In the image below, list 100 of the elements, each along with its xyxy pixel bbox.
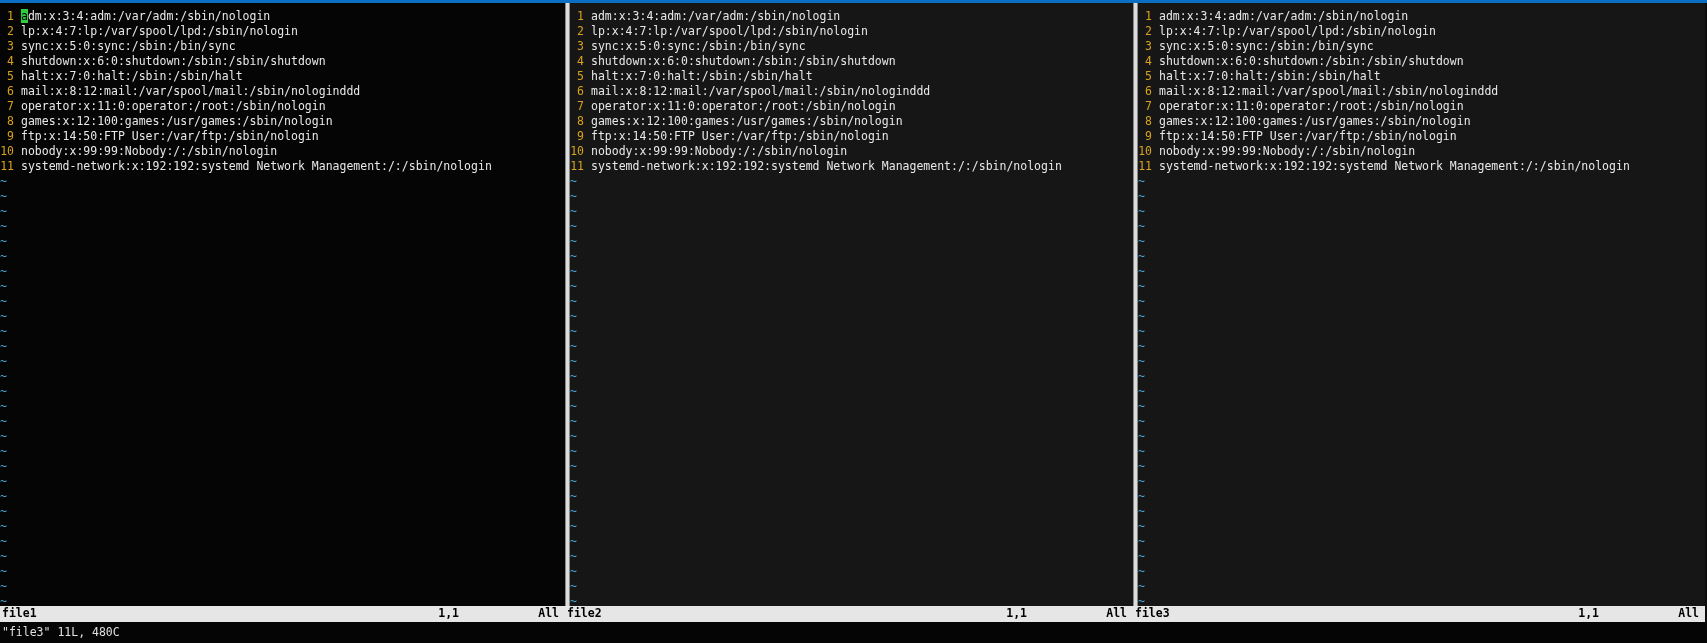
- empty-line-marker: ~: [1138, 592, 1145, 608]
- empty-line-marker: ~: [0, 277, 7, 295]
- line-number: 9: [576, 127, 585, 145]
- empty-line-marker: ~: [570, 277, 577, 295]
- empty-line-marker: ~: [1138, 442, 1145, 460]
- empty-line-marker: ~: [1138, 217, 1145, 235]
- empty-line-marker: ~: [0, 577, 7, 595]
- code-line: ftp:x:14:50:FTP User:/var/ftp:/sbin/nologin: [591, 128, 889, 145]
- code-line: halt:x:7:0:halt:/sbin:/sbin/halt: [21, 67, 243, 85]
- line-number: 1: [6, 7, 15, 25]
- empty-line-marker: ~: [0, 562, 7, 580]
- pane-separator[interactable]: [565, 3, 570, 606]
- empty-line-marker: ~: [1138, 382, 1145, 400]
- empty-line-marker: ~: [0, 262, 7, 280]
- line-number: 11: [570, 157, 585, 175]
- empty-line-marker: ~: [1138, 412, 1145, 430]
- code-line: mail:x:8:12:mail:/var/spool/mail:/sbin/nologinddd: [591, 82, 931, 100]
- empty-line-marker: ~: [1138, 517, 1145, 535]
- code-line: games:x:12:100:games:/usr/games:/sbin/nologin: [1159, 113, 1471, 130]
- scroll-position: All: [1678, 605, 1699, 623]
- scroll-position: All: [1106, 605, 1127, 623]
- file-name: file1: [1, 605, 37, 623]
- empty-line-marker: ~: [0, 247, 7, 265]
- code-line: sync:x:5:0:sync:/sbin:/bin/sync: [21, 38, 236, 55]
- empty-line-marker: ~: [570, 232, 577, 250]
- empty-line-marker: ~: [1138, 487, 1145, 505]
- line-number: 5: [6, 67, 15, 85]
- text-cursor: a: [21, 8, 28, 23]
- empty-line-marker: ~: [1138, 262, 1145, 280]
- code-line: halt:x:7:0:halt:/sbin:/sbin/halt: [1159, 67, 1381, 85]
- code-line: mail:x:8:12:mail:/var/spool/mail:/sbin/nologinddd: [21, 82, 361, 100]
- empty-line-marker: ~: [1138, 277, 1145, 295]
- line-number: 1: [576, 7, 585, 25]
- code-line: operator:x:11:0:operator:/root:/sbin/nologin: [21, 98, 326, 115]
- code-line: ftp:x:14:50:FTP User:/var/ftp:/sbin/nologin: [21, 128, 319, 145]
- empty-line-marker: ~: [570, 562, 577, 580]
- cursor-position: 1,1: [438, 605, 460, 623]
- line-number: 5: [1144, 67, 1153, 85]
- code-line: lp:x:4:7:lp:/var/spool/lpd:/sbin/nologin: [21, 23, 298, 40]
- empty-line-marker: ~: [0, 232, 7, 250]
- line-number: 8: [1144, 112, 1153, 130]
- empty-line-marker: ~: [1138, 532, 1145, 550]
- empty-line-marker: ~: [0, 532, 7, 550]
- line-number: 6: [1144, 82, 1153, 100]
- empty-line-marker: ~: [0, 202, 7, 220]
- empty-line-marker: ~: [0, 412, 7, 430]
- empty-line-marker: ~: [570, 382, 577, 400]
- empty-line-marker: ~: [1138, 562, 1145, 580]
- empty-line-marker: ~: [570, 337, 577, 355]
- empty-line-marker: ~: [570, 412, 577, 430]
- line-number: 8: [576, 112, 585, 130]
- empty-line-marker: ~: [1138, 427, 1145, 445]
- code-line: sync:x:5:0:sync:/sbin:/bin/sync: [591, 38, 806, 55]
- empty-line-marker: ~: [1138, 247, 1145, 265]
- line-number: 10: [1138, 142, 1153, 160]
- empty-line-marker: ~: [0, 367, 7, 385]
- line-number: 9: [6, 127, 15, 145]
- code-line: systemd-network:x:192:192:systemd Network Management:/:/sbin/nologin: [21, 158, 492, 175]
- code-line: operator:x:11:0:operator:/root:/sbin/nologin: [1159, 98, 1464, 115]
- code-line: operator:x:11:0:operator:/root:/sbin/nologin: [591, 98, 896, 115]
- empty-line-marker: ~: [1138, 307, 1145, 325]
- empty-line-marker: ~: [1138, 367, 1145, 385]
- line-number: 10: [0, 142, 15, 160]
- code-line: lp:x:4:7:lp:/var/spool/lpd:/sbin/nologin: [1159, 23, 1436, 40]
- line-number: 4: [576, 52, 585, 70]
- empty-line-marker: ~: [0, 547, 7, 565]
- empty-line-marker: ~: [0, 427, 7, 445]
- scroll-position: All: [538, 605, 559, 623]
- line-number: 11: [0, 157, 15, 175]
- empty-line-marker: ~: [0, 292, 7, 310]
- pane-separator[interactable]: [1133, 3, 1138, 606]
- empty-line-marker: ~: [570, 532, 577, 550]
- line-number: 3: [6, 37, 15, 55]
- empty-line-marker: ~: [0, 457, 7, 475]
- code-line: nobody:x:99:99:Nobody:/:/sbin/nologin: [1159, 143, 1416, 160]
- empty-line-marker: ~: [1138, 292, 1145, 310]
- line-number: 3: [576, 37, 585, 55]
- empty-line-marker: ~: [570, 187, 577, 205]
- empty-line-marker: ~: [570, 457, 577, 475]
- empty-line-marker: ~: [570, 202, 577, 220]
- empty-line-marker: ~: [1138, 232, 1145, 250]
- empty-line-marker: ~: [0, 502, 7, 520]
- empty-line-marker: ~: [570, 397, 577, 415]
- line-number: 7: [576, 97, 585, 115]
- empty-line-marker: ~: [0, 517, 7, 535]
- line-number: 2: [6, 22, 15, 40]
- line-number: 1: [1144, 7, 1153, 25]
- code-line: adm:x:3:4:adm:/var/adm:/sbin/nologin: [21, 7, 271, 25]
- empty-line-marker: ~: [0, 322, 7, 340]
- line-number: 2: [576, 22, 585, 40]
- empty-line-marker: ~: [0, 397, 7, 415]
- code-line: shutdown:x:6:0:shutdown:/sbin:/sbin/shutdown: [21, 53, 326, 70]
- empty-line-marker: ~: [570, 547, 577, 565]
- line-number: 2: [1144, 22, 1153, 40]
- empty-line-marker: ~: [570, 322, 577, 340]
- code-line: systemd-network:x:192:192:systemd Network Management:/:/sbin/nologin: [1159, 158, 1630, 175]
- empty-line-marker: ~: [1138, 472, 1145, 490]
- empty-line-marker: ~: [0, 442, 7, 460]
- empty-line-marker: ~: [0, 382, 7, 400]
- empty-line-marker: ~: [1138, 322, 1145, 340]
